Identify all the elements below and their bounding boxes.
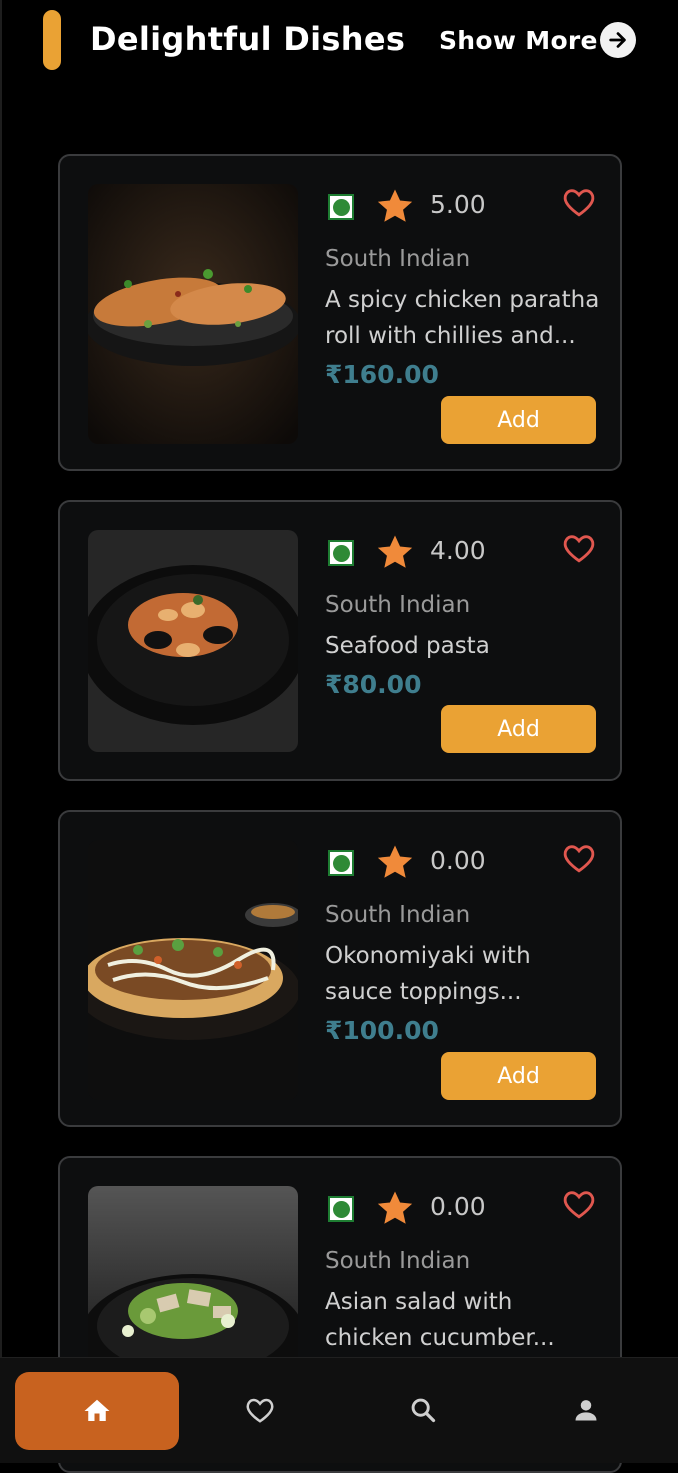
- bottom-nav: [0, 1357, 678, 1463]
- section-header: Delightful Dishes Show More: [0, 0, 678, 90]
- dish-rating: 0.00: [430, 846, 486, 875]
- dish-price: ₹80.00: [325, 670, 422, 699]
- add-button[interactable]: Add: [441, 396, 596, 444]
- dish-cuisine: South Indian: [325, 902, 471, 928]
- dish-description: Asian salad with chicken cucumber...: [325, 1289, 555, 1351]
- paratha-roll-image: [88, 184, 298, 444]
- nav-favorites-tab[interactable]: [230, 1380, 290, 1440]
- favorite-heart-icon[interactable]: [562, 842, 596, 874]
- star-icon: [377, 535, 413, 568]
- favorite-heart-icon[interactable]: [562, 186, 596, 218]
- veg-indicator-icon: [328, 194, 354, 220]
- section-title: Delightful Dishes: [90, 20, 406, 58]
- profile-icon: [575, 1400, 597, 1421]
- search-icon: [411, 1398, 436, 1423]
- add-button[interactable]: Add: [441, 705, 596, 753]
- dish-price: ₹160.00: [325, 360, 439, 389]
- dish-card[interactable]: 5.00 South Indian A spicy chicken parath…: [58, 154, 622, 471]
- nav-search-tab[interactable]: [393, 1380, 453, 1440]
- veg-indicator-icon: [328, 1196, 354, 1222]
- dish-description: Seafood pasta: [325, 633, 490, 659]
- dish-price: ₹100.00: [325, 1016, 439, 1045]
- okonomiyaki-image: [88, 840, 298, 1100]
- dish-card[interactable]: 0.00 South Indian Okonomiyaki with sauce…: [58, 810, 622, 1127]
- dish-cuisine: South Indian: [325, 592, 471, 618]
- home-icon: [84, 1399, 110, 1421]
- left-edge-divider: [0, 0, 2, 1462]
- dish-description: Okonomiyaki with sauce toppings...: [325, 943, 531, 1005]
- section-accent-bar: [43, 10, 61, 70]
- veg-indicator-icon: [328, 540, 354, 566]
- show-more-label: Show More: [439, 25, 598, 55]
- nav-profile-tab[interactable]: [556, 1380, 616, 1440]
- seafood-pasta-image: [88, 530, 298, 752]
- heart-icon: [246, 1398, 274, 1423]
- star-icon: [377, 189, 413, 222]
- dish-rating: 4.00: [430, 536, 486, 565]
- add-button[interactable]: Add: [441, 1052, 596, 1100]
- favorite-heart-icon[interactable]: [562, 532, 596, 564]
- dish-rating: 5.00: [430, 190, 486, 219]
- dish-cuisine: South Indian: [325, 1248, 471, 1274]
- dish-rating: 0.00: [430, 1192, 486, 1221]
- star-icon: [377, 1191, 413, 1224]
- dish-description: A spicy chicken paratha roll with chilli…: [325, 287, 600, 349]
- nav-home-tab[interactable]: [15, 1372, 179, 1450]
- dish-cuisine: South Indian: [325, 246, 471, 272]
- arrow-right-icon: [600, 22, 636, 58]
- dish-card[interactable]: 4.00 South Indian Seafood pasta ₹80.00 A…: [58, 500, 622, 781]
- veg-indicator-icon: [328, 850, 354, 876]
- star-icon: [377, 845, 413, 878]
- favorite-heart-icon[interactable]: [562, 1188, 596, 1220]
- show-more-button[interactable]: Show More: [439, 20, 636, 60]
